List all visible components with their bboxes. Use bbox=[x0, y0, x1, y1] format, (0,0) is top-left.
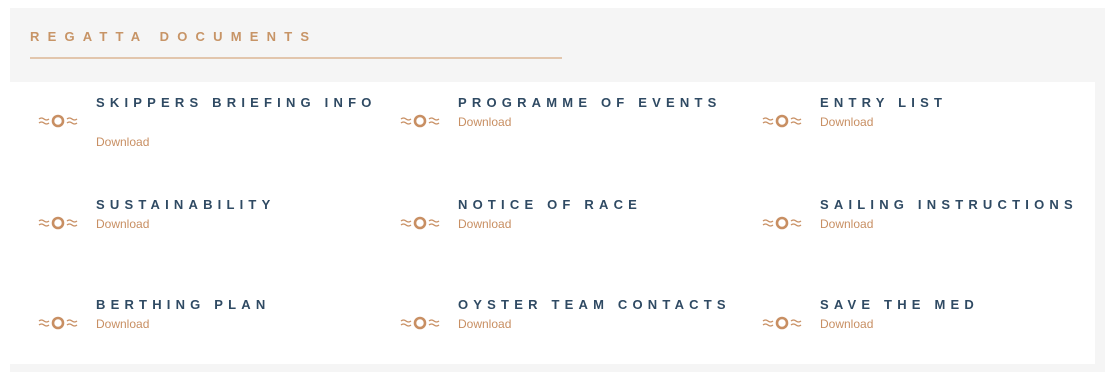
document-title: ENTRY LIST bbox=[820, 95, 948, 110]
document-title: SKIPPERS BRIEFING INFO bbox=[96, 95, 377, 110]
oyster-wave-icon bbox=[38, 216, 78, 230]
download-link[interactable]: Download bbox=[820, 317, 873, 331]
download-link[interactable]: Download bbox=[458, 115, 511, 129]
oyster-wave-icon bbox=[400, 316, 440, 330]
oyster-wave-icon bbox=[400, 216, 440, 230]
oyster-wave-icon bbox=[762, 216, 802, 230]
document-title: OYSTER TEAM CONTACTS bbox=[458, 297, 731, 312]
download-link[interactable]: Download bbox=[458, 317, 511, 331]
oyster-wave-icon bbox=[38, 114, 78, 128]
document-item-entry-list: ENTRY LIST Download bbox=[762, 95, 1092, 178]
document-title: SUSTAINABILITY bbox=[96, 197, 276, 212]
document-item-sustainability: SUSTAINABILITY Download bbox=[38, 197, 368, 260]
download-link[interactable]: Download bbox=[458, 217, 511, 231]
document-item-notice-of-race: NOTICE OF RACE Download bbox=[400, 197, 730, 260]
document-item-berthing-plan: BERTHING PLAN Download bbox=[38, 297, 368, 360]
oyster-wave-icon bbox=[762, 316, 802, 330]
download-link[interactable]: Download bbox=[96, 317, 149, 331]
section-title: REGATTA DOCUMENTS bbox=[30, 29, 318, 44]
oyster-wave-icon bbox=[762, 114, 802, 128]
document-item-skippers-briefing-info: SKIPPERS BRIEFING INFO Download bbox=[38, 95, 371, 178]
document-title: PROGRAMME OF EVENTS bbox=[458, 95, 722, 110]
document-item-save-the-med: SAVE THE MED Download bbox=[762, 297, 1092, 360]
oyster-wave-icon bbox=[38, 316, 78, 330]
document-title: SAVE THE MED bbox=[820, 297, 979, 312]
document-item-oyster-team-contacts: OYSTER TEAM CONTACTS Download bbox=[400, 297, 730, 360]
title-divider bbox=[30, 57, 562, 59]
download-link[interactable]: Download bbox=[96, 217, 149, 231]
download-link[interactable]: Download bbox=[820, 115, 873, 129]
document-title: NOTICE OF RACE bbox=[458, 197, 643, 212]
document-item-programme-of-events: PROGRAMME OF EVENTS Download bbox=[400, 95, 730, 178]
oyster-wave-icon bbox=[400, 114, 440, 128]
download-link[interactable]: Download bbox=[96, 135, 149, 149]
document-title: BERTHING PLAN bbox=[96, 297, 271, 312]
download-link[interactable]: Download bbox=[820, 217, 873, 231]
document-title: SAILING INSTRUCTIONS bbox=[820, 197, 1078, 212]
document-item-sailing-instructions: SAILING INSTRUCTIONS Download bbox=[762, 197, 1092, 260]
documents-grid: SKIPPERS BRIEFING INFO Download PROGRAMM… bbox=[8, 82, 1095, 364]
